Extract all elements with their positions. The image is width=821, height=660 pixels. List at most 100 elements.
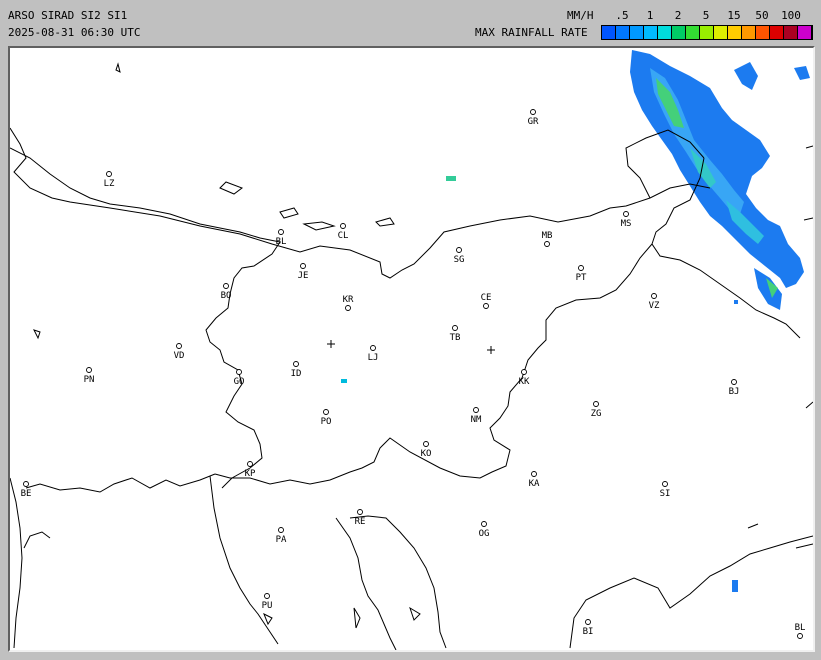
color-scale-cell [658,26,672,39]
color-scale-cell [700,26,714,39]
city-marker-icon [86,367,92,373]
city-marker-icon [278,527,284,533]
city-label: CL [338,231,349,241]
city-marker-icon [530,109,536,115]
city-marker-icon [223,283,229,289]
city-label: PA [276,535,287,545]
city-label: LJ [368,353,379,363]
city-marker-icon [531,471,537,477]
city-marker-icon [264,593,270,599]
city-label: MS [621,219,632,229]
scale-tick-label: 5 [702,9,710,22]
city-marker-icon [423,441,429,447]
city-label: OG [479,529,490,539]
city-label: KP [245,469,256,479]
scale-unit: MM/H [567,9,594,22]
city-marker-icon [247,461,253,467]
color-scale-cell [770,26,784,39]
city-marker-icon [473,407,479,413]
city-marker-icon [483,303,489,309]
city-label: PU [262,601,273,611]
city-label: BL [795,623,806,633]
color-scale-cell [728,26,742,39]
city-label: KA [529,479,540,489]
radar-site-icon [327,340,335,348]
city-marker-icon [176,343,182,349]
city-label: GO [234,377,245,387]
color-scale-cell [756,26,770,39]
city-marker-icon [357,509,363,515]
city-marker-icon [481,521,487,527]
city-marker-icon [323,409,329,415]
city-label: KO [421,449,432,459]
city-marker-icon [345,305,351,311]
city-layer: GR LZ MS BL CL MB JE SG PT BO KR CE VZ VD TB LJ PN ID GO KK… [21,109,806,639]
city-label: SI [660,489,671,499]
city-marker-icon [521,369,527,375]
color-scale-cell [742,26,756,39]
city-label: BI [583,627,594,637]
city-marker-icon [300,263,306,269]
city-label: ID [291,369,302,379]
city-marker-icon [578,265,584,271]
color-scale-cell [644,26,658,39]
city-label: VD [174,351,185,361]
color-scale-cell [602,26,616,39]
scale-tick-label: 15 [727,9,741,22]
city-marker-icon [662,481,668,487]
city-label: CE [481,293,492,303]
city-label: SG [454,255,465,265]
observation-timestamp: 2025-08-31 06:30 UTC [8,26,141,39]
city-label: GR [528,117,539,127]
city-label: ZG [591,409,602,419]
scale-tick-label: 100 [781,9,801,22]
scale-tick-label: 1 [646,9,654,22]
city-marker-icon [797,633,803,639]
city-label: BJ [729,387,740,397]
scale-tick-label: 2 [674,9,682,22]
city-marker-icon [731,379,737,385]
city-label: BE [21,489,32,499]
city-label: PN [84,375,95,385]
city-marker-icon [278,229,284,235]
city-label: PO [321,417,332,427]
scale-title: MAX RAINFALL RATE [475,26,588,39]
city-label: BL [276,237,287,247]
color-scale-cell [630,26,644,39]
city-marker-icon [370,345,376,351]
scale-tick-label: 50 [755,9,769,22]
city-marker-icon [106,171,112,177]
color-scale-cell [616,26,630,39]
city-label: PT [576,273,587,283]
city-label: KR [343,295,354,305]
city-label: LZ [104,179,115,189]
city-marker-icon [236,369,242,375]
city-marker-icon [651,293,657,299]
city-label: MB [542,231,553,241]
city-marker-icon [585,619,591,625]
color-scale-cell [672,26,686,39]
city-marker-icon [593,401,599,407]
product-title: ARSO SIRAD SI2 SI1 [8,9,128,22]
radar-site-icon [487,346,495,354]
city-marker-icon [452,325,458,331]
scale-tick-label: .5 [615,9,629,22]
city-label: RE [355,517,366,527]
city-label: JE [298,271,309,281]
city-marker-icon [23,481,29,487]
color-scale-cell [784,26,798,39]
city-label: TB [450,333,461,343]
color-scale-cell [798,26,812,39]
city-marker-icon [623,211,629,217]
city-marker-icon [544,241,550,247]
rainfall-color-scale [601,25,813,40]
city-marker-icon [456,247,462,253]
city-marker-icon [340,223,346,229]
radar-map[interactable]: GR LZ MS BL CL MB JE SG PT BO KR CE VZ VD TB LJ PN ID GO KK… [8,46,815,652]
city-label: NM [471,415,482,425]
city-label: BO [221,291,232,301]
radar-echo-layer [341,50,810,592]
radar-map-window: ARSO SIRAD SI2 SI1 2025-08-31 06:30 UTC … [0,0,821,660]
color-scale-cell [686,26,700,39]
color-scale-cell [714,26,728,39]
